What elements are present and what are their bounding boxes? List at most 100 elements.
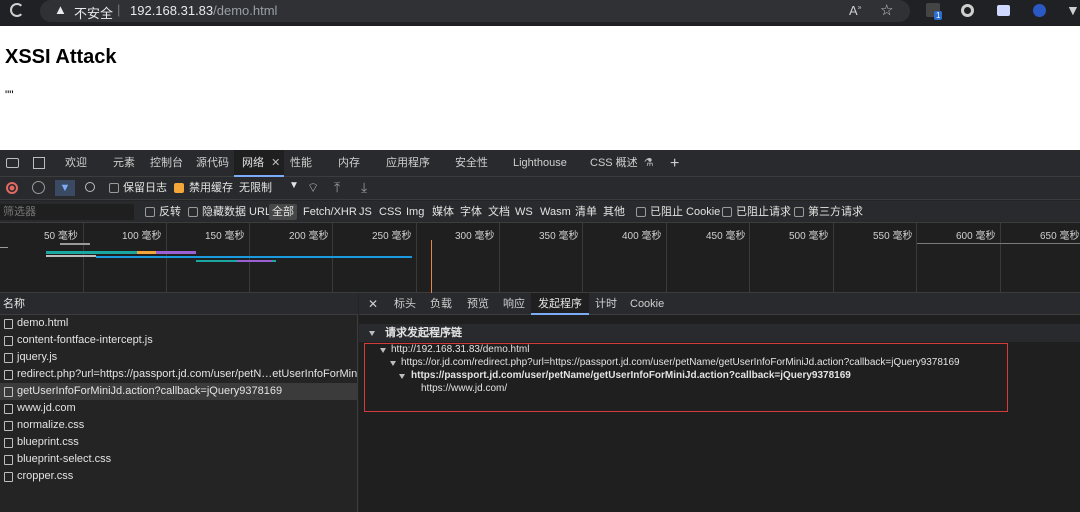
tab-welcome[interactable]: 欢迎	[65, 150, 87, 177]
record-icon[interactable]	[6, 182, 18, 194]
third-party-checkbox[interactable]	[794, 207, 804, 217]
filter-type-ws[interactable]: WS	[515, 201, 533, 223]
stylesheet-icon	[4, 438, 13, 448]
filter-input[interactable]	[0, 204, 134, 220]
request-row[interactable]: jquery.js	[0, 349, 358, 366]
close-tab-icon[interactable]: ✕	[271, 157, 280, 169]
request-row[interactable]: demo.html	[0, 315, 358, 332]
tab-elements[interactable]: 元素	[113, 150, 135, 177]
waterfall-bar	[60, 243, 90, 245]
tab-lighthouse[interactable]: Lighthouse	[513, 150, 567, 177]
clear-icon[interactable]	[32, 181, 45, 194]
blocked-requests-checkbox[interactable]	[722, 207, 732, 217]
tab-security[interactable]: 安全性	[455, 150, 488, 177]
filter-type-wasm[interactable]: Wasm	[540, 201, 571, 223]
filter-icon[interactable]: ▼	[55, 180, 75, 196]
request-row[interactable]: www.jd.com	[0, 400, 358, 417]
request-row[interactable]: blueprint.css	[0, 434, 358, 451]
tab-preview[interactable]: 预览	[467, 293, 489, 315]
request-name: getUserInfoForMiniJd.action?callback=jQu…	[17, 385, 283, 397]
initiator-chain-item[interactable]: http://192.168.31.83/demo.html	[391, 344, 529, 355]
stylesheet-icon	[4, 455, 13, 465]
filter-type-other[interactable]: 其他	[603, 201, 625, 223]
tab-payload[interactable]: 负载	[430, 293, 452, 315]
network-overview[interactable]: 50 毫秒 100 毫秒 150 毫秒 200 毫秒 250 毫秒 300 毫秒…	[0, 223, 1080, 293]
network-conditions-icon[interactable]: ⌔	[307, 180, 319, 196]
record-extension-icon[interactable]	[961, 4, 974, 17]
tab-initiator[interactable]: 发起程序	[531, 293, 589, 315]
device-toolbar-icon[interactable]	[6, 158, 19, 168]
tab-memory[interactable]: 内存	[338, 150, 360, 177]
search-icon[interactable]	[85, 182, 95, 192]
tab-timing[interactable]: 计时	[595, 293, 617, 315]
request-row[interactable]: content-fontface-intercept.js	[0, 332, 358, 349]
hide-data-urls-checkbox[interactable]	[188, 207, 198, 217]
initiator-chain-item-current[interactable]: https://passport.jd.com/user/petName/get…	[411, 370, 851, 381]
request-row[interactable]: redirect.php?url=https://passport.jd.com…	[0, 366, 358, 383]
request-row[interactable]: blueprint-select.css	[0, 451, 358, 468]
throttling-select[interactable]: 无限制	[239, 177, 272, 199]
invert-label: 反转	[159, 206, 181, 218]
tab-cookies[interactable]: Cookie	[630, 293, 664, 315]
invert-checkbox[interactable]	[145, 207, 155, 217]
filter-type-manifest[interactable]: 清单	[575, 201, 597, 223]
tab-sources[interactable]: 源代码	[196, 150, 229, 177]
filter-type-font[interactable]: 字体	[460, 201, 482, 223]
timeline-tick-label: 550 毫秒	[873, 231, 913, 242]
blocked-cookies-checkbox[interactable]	[636, 207, 646, 217]
preserve-log-checkbox[interactable]	[109, 183, 119, 193]
timeline-tick-label: 600 毫秒	[956, 231, 996, 242]
filter-type-fetch-xhr[interactable]: Fetch/XHR	[303, 201, 357, 223]
filter-type-img[interactable]: Img	[406, 201, 424, 223]
url-text[interactable]: 192.168.31.83/demo.html	[130, 3, 277, 18]
tab-network[interactable]: 网络 ✕	[234, 150, 284, 177]
inspect-element-icon[interactable]	[33, 157, 45, 169]
filter-type-all[interactable]: 全部	[269, 204, 297, 220]
request-row[interactable]: normalize.css	[0, 417, 358, 434]
vue-devtools-icon[interactable]: ▼	[1066, 2, 1080, 18]
script-icon	[4, 404, 13, 414]
waterfall-bar	[96, 256, 412, 258]
tab-console[interactable]: 控制台	[150, 150, 183, 177]
devtools-panel: 欢迎 元素 控制台 源代码 网络 ✕ 性能 内存 应用程序 安全性 Lighth…	[0, 150, 1080, 512]
window-extension-icon[interactable]	[997, 5, 1010, 16]
filter-type-js[interactable]: JS	[359, 201, 372, 223]
document-icon	[4, 319, 13, 329]
close-detail-icon[interactable]: ✕	[368, 293, 378, 315]
tab-css-overview[interactable]: CSS 概述 ⚗	[590, 150, 654, 177]
filter-type-css[interactable]: CSS	[379, 201, 402, 223]
filter-type-doc[interactable]: 文档	[488, 201, 510, 223]
chevron-down-icon[interactable]: ▼	[289, 180, 299, 191]
name-column-header[interactable]: 名称	[0, 293, 358, 315]
timeline-gridline	[166, 223, 167, 293]
request-name: redirect.php?url=https://passport.jd.com…	[17, 368, 358, 380]
warning-icon[interactable]: ▲	[54, 2, 67, 17]
request-name: normalize.css	[17, 419, 85, 431]
reload-icon[interactable]	[10, 3, 24, 17]
filter-type-media[interactable]: 媒体	[432, 201, 454, 223]
import-har-icon[interactable]: ⤒	[334, 179, 340, 196]
initiator-chain-item[interactable]: https://or.jd.com/redirect.php?url=https…	[401, 357, 960, 368]
request-row[interactable]: cropper.css	[0, 468, 358, 485]
tab-headers[interactable]: 标头	[394, 293, 416, 315]
disable-cache-checkbox[interactable]	[174, 183, 184, 193]
tab-application[interactable]: 应用程序	[386, 150, 430, 177]
script-icon	[4, 336, 13, 346]
browser-toolbar: ▲ 不安全 | 192.168.31.83/demo.html A» ☆ 1 ▼	[0, 0, 1080, 26]
export-har-icon[interactable]: ⤓	[361, 179, 367, 196]
security-label[interactable]: 不安全	[74, 3, 113, 22]
waterfall-bar	[237, 260, 272, 262]
timeline-gridline	[499, 223, 500, 293]
timeline-gridline	[332, 223, 333, 293]
initiator-chain-item[interactable]: https://www.jd.com/	[421, 383, 507, 394]
expand-triangle-icon	[390, 361, 396, 366]
vpn-extension-icon[interactable]	[1033, 4, 1046, 17]
initiator-chain-section[interactable]: 请求发起程序链	[359, 324, 1080, 342]
tab-response[interactable]: 响应	[503, 293, 525, 315]
add-tab-icon[interactable]: +	[670, 150, 679, 177]
read-aloud-icon[interactable]: A»	[849, 3, 862, 18]
favorite-star-icon[interactable]: ☆	[880, 1, 893, 19]
request-row-selected[interactable]: getUserInfoForMiniJd.action?callback=jQu…	[0, 383, 358, 400]
tab-performance[interactable]: 性能	[290, 150, 312, 177]
request-name: www.jd.com	[17, 402, 76, 414]
